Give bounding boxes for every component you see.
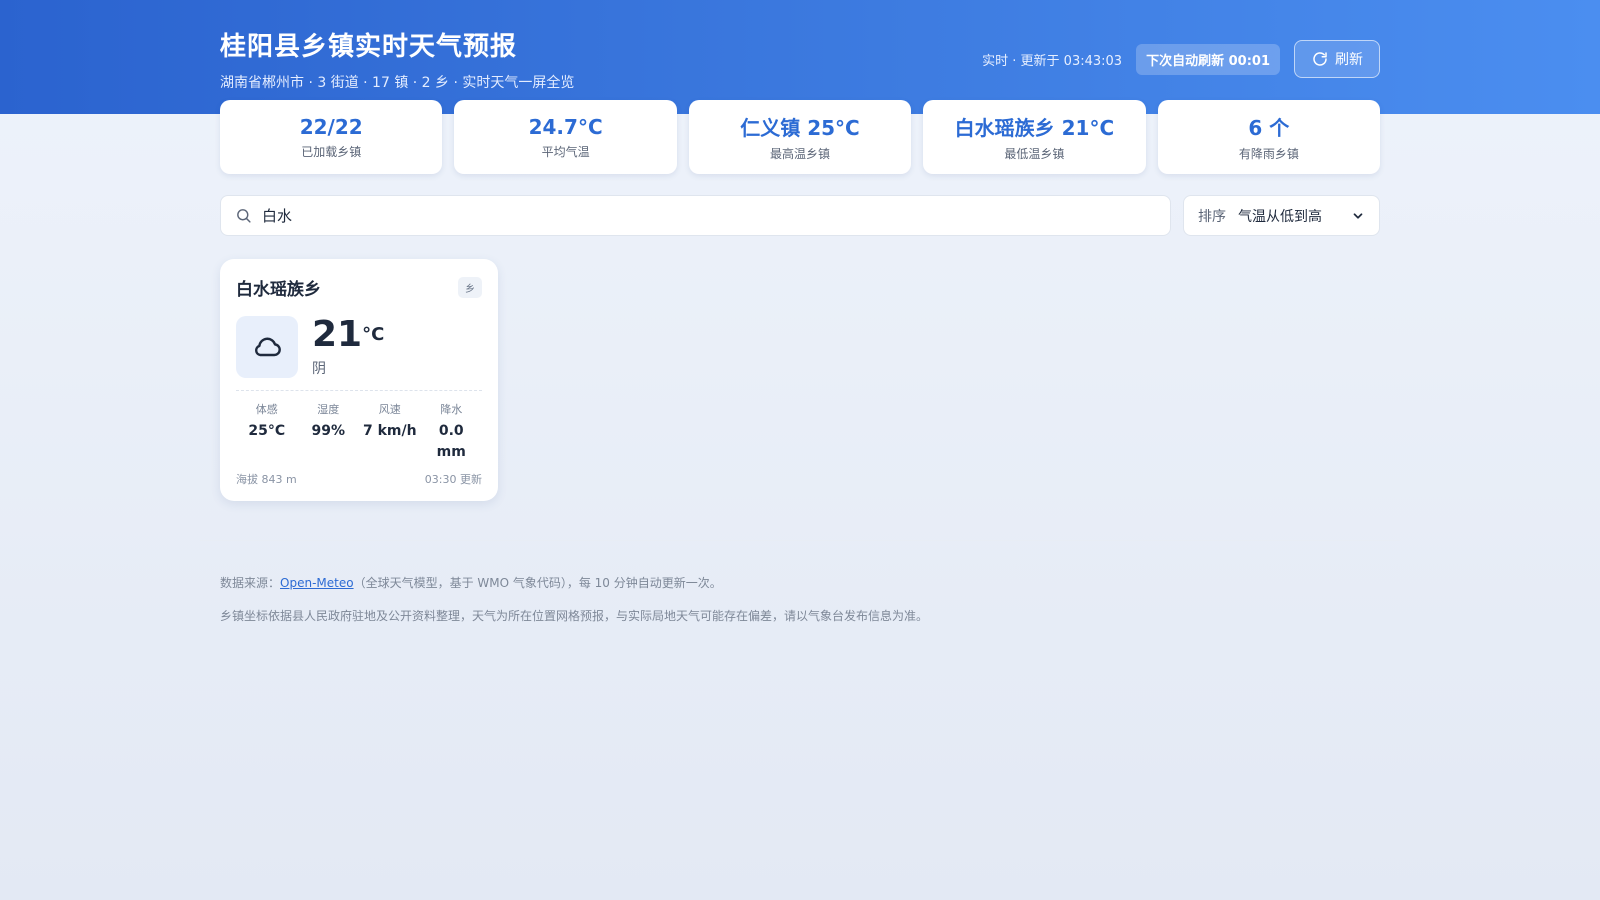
stat-loaded-towns: 22/22 已加载乡镇	[220, 100, 443, 174]
town-name: 白水瑶族乡	[236, 280, 321, 300]
search-box[interactable]	[220, 195, 1171, 236]
stat-lowest-temp: 白水瑶族乡 21°C 最低温乡镇	[923, 100, 1146, 174]
refresh-icon	[1313, 52, 1327, 66]
summary-stats: 22/22 已加载乡镇 24.7°C 平均气温 仁义镇 25°C 最高温乡镇 白…	[220, 100, 1381, 174]
stat-label: 最低温乡镇	[1004, 147, 1065, 161]
card-main: 21°C 阴	[236, 316, 482, 378]
open-meteo-link[interactable]: Open-Meteo	[280, 576, 354, 590]
card-header: 白水瑶族乡 乡	[236, 275, 482, 300]
town-type-badge: 乡	[458, 277, 482, 298]
stat-label: 最高温乡镇	[770, 147, 831, 161]
weather-metrics: 体感 25°C 湿度 99% 风速 7 km/h 降水 0.0 mm	[236, 401, 482, 463]
stat-label: 已加载乡镇	[301, 144, 362, 159]
elevation-text: 海拔 843 m	[236, 473, 297, 486]
stat-value: 24.7°C	[528, 114, 603, 139]
sort-selected-value[interactable]: 气温从低到高	[1238, 206, 1339, 226]
stat-rain-towns: 6 个 有降雨乡镇	[1157, 100, 1381, 174]
disclaimer-note: 乡镇坐标依据县人民政府驻地及公开资料整理，天气为所在位置网格预报，与实际局地天气…	[220, 609, 929, 623]
temperature-value: 21	[312, 314, 363, 355]
metric-feels-like: 体感 25°C	[236, 401, 298, 463]
metric-label: 降水	[440, 403, 463, 416]
stat-highest-temp: 仁义镇 25°C 最高温乡镇	[688, 100, 912, 174]
header-controls: 实时 · 更新于 03:43:03 下次自动刷新 00:01 刷新	[982, 40, 1380, 78]
source-prefix: 数据来源：	[220, 576, 281, 590]
town-weather-card[interactable]: 白水瑶族乡 乡 21°C 阴 体感 25°C 湿度 99% 风速 7 km/h …	[220, 259, 498, 501]
footer-divider	[200, 540, 1400, 541]
refresh-button[interactable]: 刷新	[1294, 40, 1380, 78]
temperature-block: 21°C 阴	[312, 316, 384, 378]
refresh-button-label: 刷新	[1335, 52, 1363, 68]
metric-label: 湿度	[317, 403, 340, 416]
sort-label: 排序	[1198, 208, 1226, 225]
data-source-note: 数据来源：Open-Meteo（全球天气模型，基于 WMO 气象代码），每 10…	[220, 574, 722, 591]
stat-label: 平均气温	[541, 144, 590, 159]
metric-label: 体感	[255, 403, 278, 416]
stat-value: 6 个	[1248, 116, 1290, 140]
temperature: 21°C	[312, 316, 384, 354]
card-updated-time: 03:30 更新	[424, 473, 482, 486]
metric-value: 99%	[311, 423, 345, 439]
stat-value: 白水瑶族乡 21°C	[954, 116, 1115, 140]
metric-precipitation: 降水 0.0 mm	[421, 401, 483, 463]
metric-value: 25°C	[248, 423, 286, 439]
stat-label: 有降雨乡镇	[1238, 147, 1299, 161]
weather-icon-box	[236, 316, 298, 378]
filter-bar: 排序 气温从低到高	[220, 195, 1380, 236]
page-title: 桂阳县乡镇实时天气预报	[220, 32, 518, 62]
page-subtitle: 湖南省郴州市 · 3 街道 · 17 镇 · 2 乡 · 实时天气一屏全览	[220, 75, 575, 91]
card-footer: 海拔 843 m 03:30 更新	[236, 471, 482, 487]
metric-label: 风速	[378, 403, 401, 416]
chevron-down-icon	[1353, 212, 1363, 219]
sort-select[interactable]: 排序 气温从低到高	[1183, 195, 1380, 236]
cloud-icon	[255, 337, 281, 357]
source-suffix: （全球天气模型，基于 WMO 气象代码），每 10 分钟自动更新一次。	[353, 576, 722, 590]
header-banner: 桂阳县乡镇实时天气预报 湖南省郴州市 · 3 街道 · 17 镇 · 2 乡 ·…	[0, 0, 1600, 114]
metric-wind-speed: 风速 7 km/h	[359, 401, 421, 463]
stat-value: 仁义镇 25°C	[740, 116, 860, 140]
search-input[interactable]	[262, 206, 1156, 225]
stat-average-temp: 24.7°C 平均气温	[454, 100, 677, 174]
weather-condition: 阴	[312, 361, 326, 377]
last-updated-text: 实时 · 更新于 03:43:03	[982, 53, 1123, 69]
metric-humidity: 湿度 99%	[298, 401, 360, 463]
temperature-unit: °C	[362, 324, 385, 345]
stat-value: 22/22	[299, 114, 363, 139]
card-divider	[236, 390, 482, 391]
auto-refresh-badge: 下次自动刷新 00:01	[1136, 43, 1280, 75]
metric-value: 7 km/h	[362, 423, 417, 439]
search-icon	[237, 209, 251, 223]
metric-value: 0.0 mm	[436, 423, 466, 460]
